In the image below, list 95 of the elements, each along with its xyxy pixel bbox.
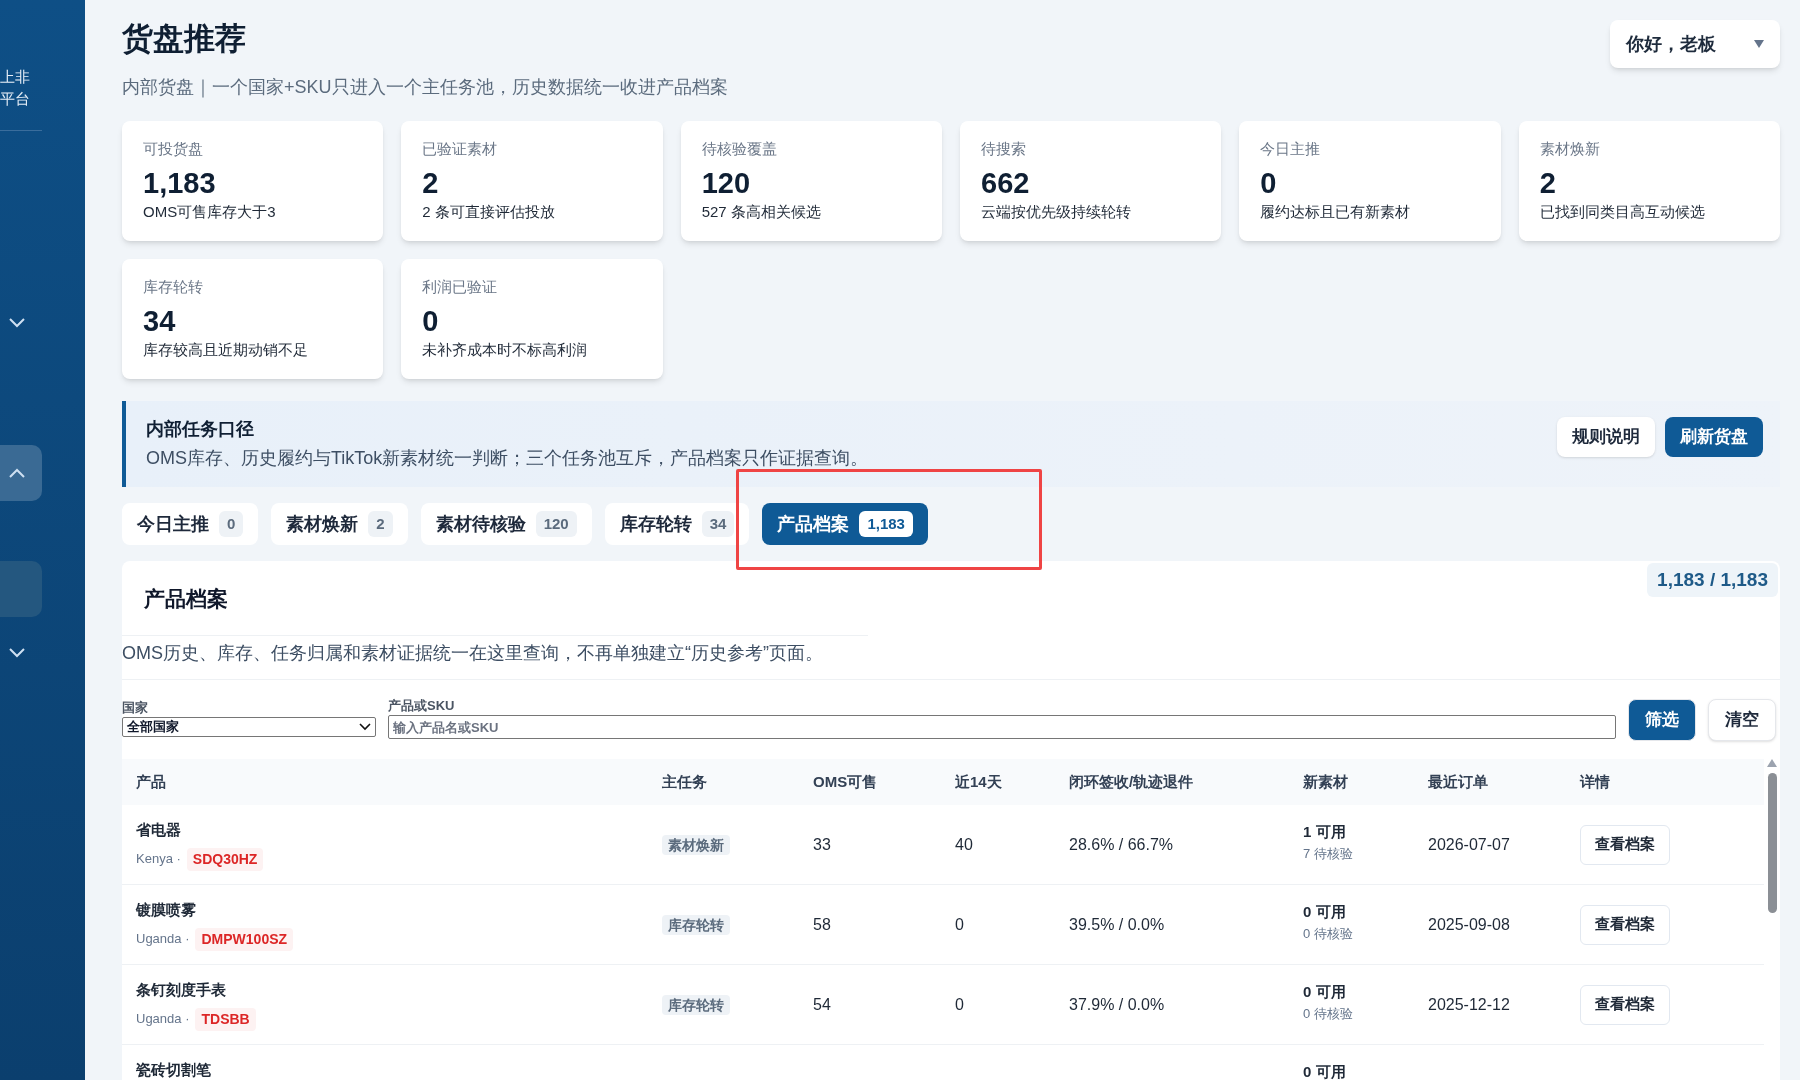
tab[interactable]: 素材焕新 2 [271,503,408,545]
available-count: 0 可用 [1303,1062,1347,1080]
table-cell-text: 2026-07-07 [1428,834,1511,855]
view-archive-button[interactable]: 查看档案 [1580,824,1670,865]
task-tag: 素材焕新 [662,834,730,855]
column-header: 详情 [1580,771,1611,792]
stat-value: 34 [143,303,177,339]
available-count: 1 可用 [1303,822,1347,842]
stat-label: 已验证素材 [422,139,499,159]
sku-tag: SDQ30HZ [186,847,264,871]
stat-note: 云端按优先级持续轮转 [981,201,1132,222]
table-cell-text: 0 [955,914,965,935]
secondary-button[interactable]: 清空 [1708,699,1776,741]
task-tag: 库存轮转 [662,994,730,1015]
search-field[interactable]: 输入产品名或SKU [388,715,1616,739]
notice-text: OMS库存、历史履约与TikTok新素材统一判断；三个任务池互斥，产品档案只作证据查询。 [146,447,869,470]
view-archive-button[interactable]: 查看档案 [1580,984,1670,1025]
column-header: 产品 [136,771,167,792]
stat-value: 0 [422,303,440,339]
tab[interactable]: 素材待核验 120 [420,503,592,545]
pending-count: 0 待核验 [1303,924,1354,943]
pending-count: 7 待核验 [1303,844,1354,863]
page-title: 货盘推荐 [122,20,247,58]
pending-count: 0 待核验 [1303,1004,1354,1023]
stat-value: 120 [701,165,752,201]
field-label: 国家 [122,698,149,717]
result-count: 1,183 / 1,183 [1647,563,1778,597]
country-text: Uganda · [136,930,190,949]
table-cell-text: 40 [955,834,974,855]
view-archive-button[interactable]: 查看档案 [1580,904,1670,945]
column-header: 新素材 [1303,771,1349,792]
stat-value: 2 [422,165,440,201]
stat-label: 库存轮转 [143,277,204,297]
column-header: 近14天 [955,771,1003,792]
brand-name: 上非 [0,67,31,87]
table-cell-text: 33 [813,834,832,855]
stat-note: 库存较高且近期动销不足 [143,339,309,360]
product-name: 条钉刻度手表 [136,980,227,1000]
count-badge: 1,183 [859,511,913,537]
table-cell-text: 39.5% / 0.0% [1069,914,1166,935]
stat-label: 待核验覆盖 [701,139,778,159]
primary-button[interactable]: 刷新货盘 [1665,417,1763,457]
notice-title: 内部任务口径 [146,418,255,441]
table-cell-text: 54 [813,994,832,1015]
panel-description: OMS历史、库存、任务归属和素材证据统一在这里查询，不再单独建立“历史参考”页面。 [122,634,868,667]
stat-label: 可投货盘 [143,139,204,159]
field-label: 产品或SKU [388,696,456,715]
stat-value: 662 [981,165,1031,201]
product-name: 省电器 [136,820,182,840]
count-badge: 34 [701,511,735,537]
stat-label: 待搜索 [981,139,1027,159]
table-cell-text: 0 [955,994,965,1015]
available-count: 0 可用 [1303,982,1347,1002]
stat-note: 2 条可直接评估投放 [422,201,556,222]
column-header: OMS可售 [813,771,879,792]
stat-label: 素材焕新 [1539,139,1601,159]
table-cell-text: 2025-09-08 [1428,914,1511,935]
stat-note: 已找到同类目高互动候选 [1539,201,1706,222]
table-cell-text: 28.6% / 66.7% [1069,834,1175,855]
brand-name: 平台 [0,89,31,109]
table-cell-text: 2025-12-12 [1428,994,1511,1015]
column-header: 最近订单 [1428,771,1489,792]
primary-button[interactable]: 筛选 [1628,699,1696,741]
task-tag: 库存轮转 [662,914,730,935]
count-badge: 0 [219,511,244,537]
stat-note: 527 条高相关候选 [701,201,822,222]
panel-title: 产品档案 [144,586,228,612]
stat-note: 未补齐成本时不标高利润 [422,339,589,360]
count-badge: 120 [535,511,577,537]
product-name: 瓷砖切割笔 [136,1060,212,1080]
stat-value: 2 [1539,165,1557,201]
secondary-button[interactable]: 规则说明 [1557,417,1655,457]
stat-label: 利润已验证 [422,277,499,297]
table-cell-text: 37.9% / 0.0% [1069,994,1166,1015]
column-header: 主任务 [662,771,708,792]
stat-value: 0 [1260,165,1278,201]
table-cell-text: 58 [813,914,832,935]
product-name: 镀膜喷雾 [136,900,197,920]
column-header: 闭环签收/轨迹退件 [1069,771,1195,792]
stat-note: OMS可售库存大于3 [143,201,277,222]
stat-note: 履约达标且已有新素材 [1260,201,1412,222]
country-text: Kenya · [136,850,181,869]
count-badge: 2 [368,511,393,537]
tab[interactable]: 产品档案 1,183 [762,503,928,545]
stat-label: 今日主推 [1260,139,1322,159]
country-text: Uganda · [136,1010,190,1029]
country-select[interactable]: 全部国家 [122,717,376,737]
available-count: 0 可用 [1303,902,1347,922]
tab[interactable]: 今日主推 0 [122,503,259,545]
user-menu[interactable]: 你好，老板 [1610,20,1780,68]
page-subtitle: 内部货盘｜一个国家+SKU只进入一个主任务池，历史数据统一收进产品档案 [122,76,728,100]
stat-value: 1,183 [143,165,217,201]
tab[interactable]: 库存轮转 34 [604,503,750,545]
sku-tag: TDSBB [195,1007,256,1031]
sku-tag: DMPW100SZ [195,927,294,951]
